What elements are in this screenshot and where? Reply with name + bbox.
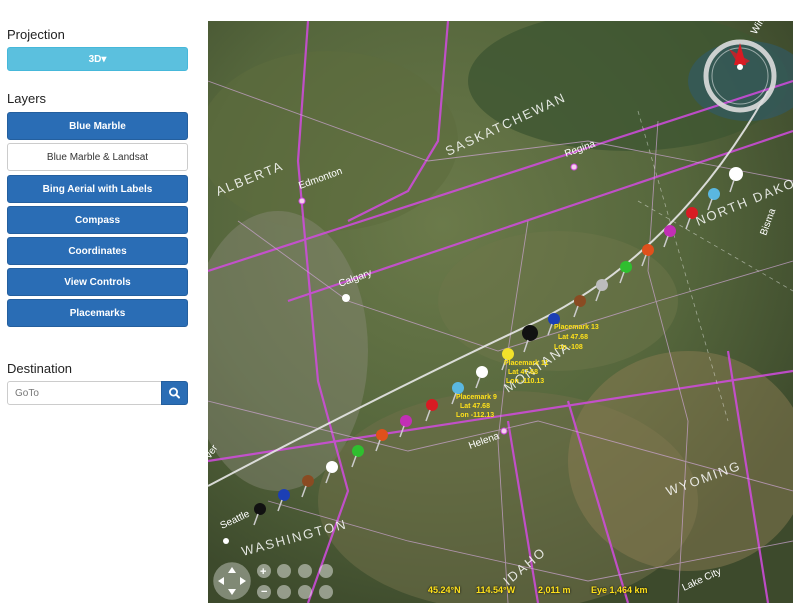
map-canvas: SASKATCHEWAN ALBERTA NORTH DAKOTA MONTAN… xyxy=(208,21,793,603)
placemark-label-name: Placemark 13 xyxy=(554,324,599,331)
svg-text:−: − xyxy=(261,586,267,598)
pan-control[interactable] xyxy=(213,562,251,600)
layers-title: Layers xyxy=(7,91,47,106)
projection-dropdown-button[interactable]: 3D▾ xyxy=(7,47,188,71)
projection-title: Projection xyxy=(7,27,65,42)
exaggeration-down-icon[interactable] xyxy=(319,585,333,599)
status-longitude: 114.54°W xyxy=(476,585,516,595)
layer-coordinates-button[interactable]: Coordinates xyxy=(7,237,188,265)
placemark-label-lat: Lat 47.68 xyxy=(558,334,588,341)
tilt-up-icon[interactable] xyxy=(298,564,312,578)
layer-bing-aerial-button[interactable]: Bing Aerial with Labels xyxy=(7,175,188,203)
layer-placemarks-button[interactable]: Placemarks xyxy=(7,299,188,327)
status-eye-distance: Eye 1,464 km xyxy=(591,585,648,595)
placemark-label-name: Placemark 9 xyxy=(456,394,497,401)
placemark-label-lon: Lon -112.13 xyxy=(456,412,494,419)
layer-blue-marble-button[interactable]: Blue Marble xyxy=(7,112,188,140)
layer-compass-button[interactable]: Compass xyxy=(7,206,188,234)
globe-map[interactable]: SASKATCHEWAN ALBERTA NORTH DAKOTA MONTAN… xyxy=(208,21,793,603)
rotate-right-icon[interactable] xyxy=(277,585,291,599)
placemark-label-lon: Lon -108 xyxy=(554,344,583,351)
placemark-label-lon: Lon -110.13 xyxy=(506,378,544,385)
goto-input[interactable] xyxy=(7,381,162,405)
placemark-label-lat: Lat 47.68 xyxy=(460,403,490,410)
exaggeration-up-icon[interactable] xyxy=(319,564,333,578)
status-altitude: 2,011 m xyxy=(538,585,571,595)
placemark-label-name: Placemark 11 xyxy=(504,360,548,367)
svg-text:+: + xyxy=(260,566,266,578)
tilt-down-icon[interactable] xyxy=(298,585,312,599)
destination-title: Destination xyxy=(7,361,73,376)
search-icon xyxy=(169,387,180,399)
goto-search-button[interactable] xyxy=(161,381,188,405)
status-latitude: 45.24°N xyxy=(428,585,461,595)
placemark-label-lat: Lat 47.68 xyxy=(508,369,538,376)
layer-blue-marble-landsat-button[interactable]: Blue Marble & Landsat xyxy=(7,143,188,171)
rotate-left-icon[interactable] xyxy=(277,564,291,578)
layer-view-controls-button[interactable]: View Controls xyxy=(7,268,188,296)
